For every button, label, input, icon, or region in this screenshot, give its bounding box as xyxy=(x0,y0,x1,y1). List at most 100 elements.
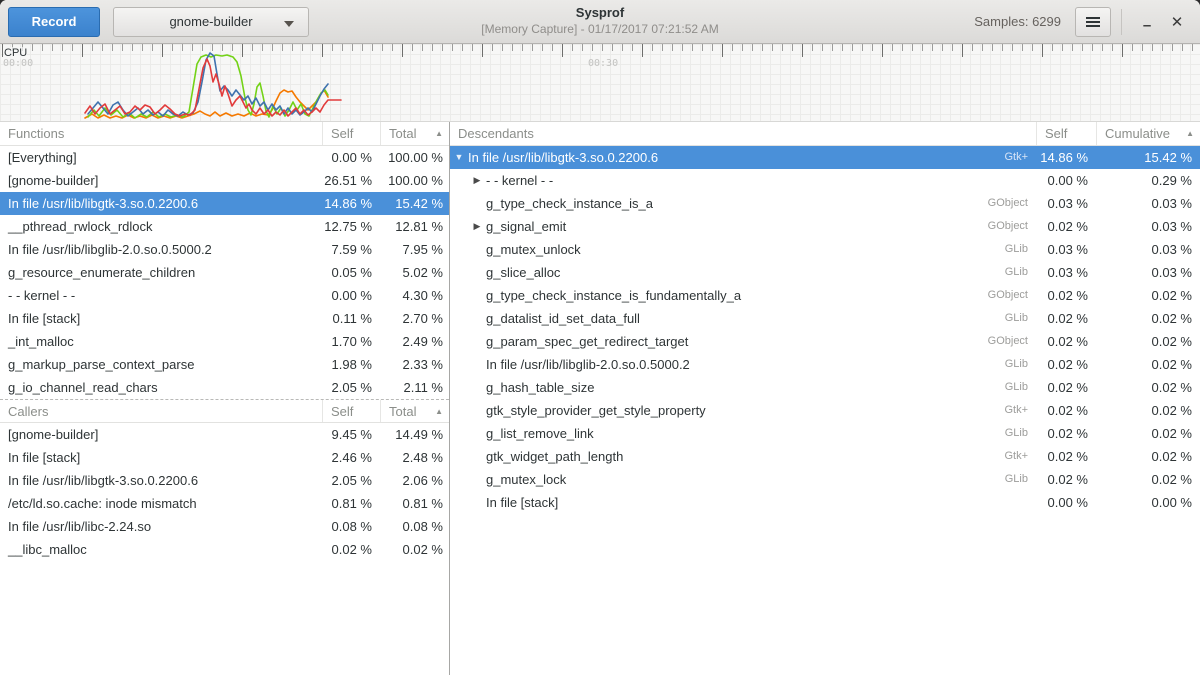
expander-icon[interactable] xyxy=(468,353,486,376)
tree-row[interactable]: g_hash_table_size GLib 0.02 % 0.02 % xyxy=(450,376,1200,399)
expander-icon[interactable] xyxy=(468,238,486,261)
tree-row[interactable]: ▶ - - kernel - - 0.00 % 0.29 % xyxy=(450,169,1200,192)
expander-icon[interactable] xyxy=(468,261,486,284)
table-row[interactable]: g_resource_enumerate_children 0.05 % 5.0… xyxy=(0,261,449,284)
cell-cumulative-percent: 0.03 % xyxy=(1096,192,1200,215)
tree-row[interactable]: g_type_check_instance_is_a GObject 0.03 … xyxy=(450,192,1200,215)
self-column-header[interactable]: Self xyxy=(1036,122,1096,145)
expander-icon[interactable] xyxy=(468,284,486,307)
cell-function-name: _int_malloc xyxy=(0,330,322,353)
expander-icon[interactable] xyxy=(468,422,486,445)
library-tag-label: GLib xyxy=(1005,261,1028,284)
cell-function-name: __libc_malloc xyxy=(0,538,322,561)
tree-row[interactable]: g_mutex_lock GLib 0.02 % 0.02 % xyxy=(450,468,1200,491)
self-column-header[interactable]: Self xyxy=(322,400,380,422)
cell-function-name: g_type_check_instance_is_fundamentally_a xyxy=(486,284,988,307)
expander-icon[interactable]: ▶ xyxy=(468,215,486,238)
expander-icon[interactable]: ▼ xyxy=(450,146,468,169)
cell-cumulative-percent: 0.03 % xyxy=(1096,238,1200,261)
cell-cumulative-percent: 0.03 % xyxy=(1096,261,1200,284)
tree-indent xyxy=(450,215,468,238)
table-row[interactable]: In file /usr/lib/libgtk-3.so.0.2200.6 14… xyxy=(0,192,449,215)
tree-indent xyxy=(450,399,468,422)
table-row[interactable]: - - kernel - - 0.00 % 4.30 % xyxy=(0,284,449,307)
expander-icon[interactable] xyxy=(468,330,486,353)
table-row[interactable]: In file /usr/lib/libglib-2.0.so.0.5000.2… xyxy=(0,238,449,261)
cell-self-percent: 0.03 % xyxy=(1036,192,1096,215)
expander-icon[interactable] xyxy=(468,399,486,422)
table-row[interactable]: g_markup_parse_context_parse 1.98 % 2.33… xyxy=(0,353,449,376)
target-selector-value: gnome-builder xyxy=(169,14,252,29)
cell-function-name: In file /usr/lib/libgtk-3.so.0.2200.6 xyxy=(0,192,322,215)
cell-cumulative-percent: 0.02 % xyxy=(1096,376,1200,399)
tree-row[interactable]: g_type_check_instance_is_fundamentally_a… xyxy=(450,284,1200,307)
expander-icon[interactable] xyxy=(468,192,486,215)
table-row[interactable]: /etc/ld.so.cache: inode mismatch 0.81 % … xyxy=(0,492,449,515)
total-column-header[interactable]: Total ▲ xyxy=(380,122,449,145)
tree-row[interactable]: g_mutex_unlock GLib 0.03 % 0.03 % xyxy=(450,238,1200,261)
expander-icon[interactable] xyxy=(468,491,486,514)
functions-list: [Everything] 0.00 % 100.00 % [gnome-buil… xyxy=(0,146,449,399)
cell-function-name: In file /usr/lib/libgtk-3.so.0.2200.6 xyxy=(0,469,322,492)
expander-icon[interactable] xyxy=(468,307,486,330)
table-row[interactable]: g_io_channel_read_chars 2.05 % 2.11 % xyxy=(0,376,449,399)
tree-row[interactable]: g_datalist_id_set_data_full GLib 0.02 % … xyxy=(450,307,1200,330)
expander-icon[interactable] xyxy=(468,376,486,399)
cell-self-percent: 0.03 % xyxy=(1036,238,1096,261)
expander-icon[interactable] xyxy=(468,445,486,468)
table-row[interactable]: [Everything] 0.00 % 100.00 % xyxy=(0,146,449,169)
tree-row[interactable]: ▼ In file /usr/lib/libgtk-3.so.0.2200.6 … xyxy=(450,146,1200,169)
cell-self-percent: 14.86 % xyxy=(1036,146,1096,169)
tree-row[interactable]: g_list_remove_link GLib 0.02 % 0.02 % xyxy=(450,422,1200,445)
sort-ascending-icon: ▲ xyxy=(1186,122,1194,145)
main-content: Functions Self Total ▲ [Everything] 0.00… xyxy=(0,122,1200,675)
table-row[interactable]: [gnome-builder] 9.45 % 14.49 % xyxy=(0,423,449,446)
close-button[interactable]: ✕ xyxy=(1162,7,1192,37)
tree-row[interactable]: g_slice_alloc GLib 0.03 % 0.03 % xyxy=(450,261,1200,284)
table-row[interactable]: _int_malloc 1.70 % 2.49 % xyxy=(0,330,449,353)
cell-total-percent: 4.30 % xyxy=(380,284,449,307)
cumulative-column-header[interactable]: Cumulative ▲ xyxy=(1096,122,1200,145)
library-tag-label: GObject xyxy=(988,215,1028,238)
record-button[interactable]: Record xyxy=(8,7,100,37)
cell-function-name: - - kernel - - xyxy=(486,169,1028,192)
cpu-lines-chart xyxy=(0,44,1200,122)
cell-function-name: [gnome-builder] xyxy=(0,423,322,446)
callers-list: [gnome-builder] 9.45 % 14.49 % In file [… xyxy=(0,423,449,561)
table-row[interactable]: In file [stack] 0.11 % 2.70 % xyxy=(0,307,449,330)
cell-cumulative-percent: 0.02 % xyxy=(1096,353,1200,376)
cell-function-name: g_markup_parse_context_parse xyxy=(0,353,322,376)
functions-column-header[interactable]: Functions xyxy=(0,122,322,145)
cpu-graph: CPU 00:00 00:30 xyxy=(0,44,1200,122)
self-column-header[interactable]: Self xyxy=(322,122,380,145)
minimize-button[interactable]: – xyxy=(1132,7,1162,37)
table-row[interactable]: In file /usr/lib/libc-2.24.so 0.08 % 0.0… xyxy=(0,515,449,538)
tree-row[interactable]: In file /usr/lib/libglib-2.0.so.0.5000.2… xyxy=(450,353,1200,376)
expander-icon[interactable]: ▶ xyxy=(468,169,486,192)
table-row[interactable]: In file [stack] 2.46 % 2.48 % xyxy=(0,446,449,469)
table-row[interactable]: In file /usr/lib/libgtk-3.so.0.2200.6 2.… xyxy=(0,469,449,492)
cell-function-name: g_param_spec_get_redirect_target xyxy=(486,330,988,353)
chevron-down-icon xyxy=(284,21,294,27)
target-selector-dropdown[interactable]: gnome-builder xyxy=(113,7,309,37)
tree-row[interactable]: g_param_spec_get_redirect_target GObject… xyxy=(450,330,1200,353)
table-row[interactable]: __pthread_rwlock_rdlock 12.75 % 12.81 % xyxy=(0,215,449,238)
callers-column-header[interactable]: Callers xyxy=(0,400,322,422)
callers-table-header: Callers Self Total ▲ xyxy=(0,399,449,423)
descendants-column-header[interactable]: Descendants xyxy=(450,122,1036,145)
table-row[interactable]: [gnome-builder] 26.51 % 100.00 % xyxy=(0,169,449,192)
expander-icon[interactable] xyxy=(468,468,486,491)
cell-self-percent: 0.02 % xyxy=(1036,330,1096,353)
tree-row[interactable]: In file [stack] 0.00 % 0.00 % xyxy=(450,491,1200,514)
cell-function-name: In file /usr/lib/libglib-2.0.so.0.5000.2 xyxy=(486,353,1005,376)
total-column-header[interactable]: Total ▲ xyxy=(380,400,449,422)
tree-indent xyxy=(450,422,468,445)
cell-function-name: g_type_check_instance_is_a xyxy=(486,192,988,215)
tree-row[interactable]: gtk_style_provider_get_style_property Gt… xyxy=(450,399,1200,422)
tree-row[interactable]: ▶ g_signal_emit GObject 0.02 % 0.03 % xyxy=(450,215,1200,238)
tree-row[interactable]: gtk_widget_path_length Gtk+ 0.02 % 0.02 … xyxy=(450,445,1200,468)
menu-button[interactable] xyxy=(1075,7,1111,37)
cell-self-percent: 0.05 % xyxy=(322,261,380,284)
cell-self-percent: 0.02 % xyxy=(1036,399,1096,422)
table-row[interactable]: __libc_malloc 0.02 % 0.02 % xyxy=(0,538,449,561)
